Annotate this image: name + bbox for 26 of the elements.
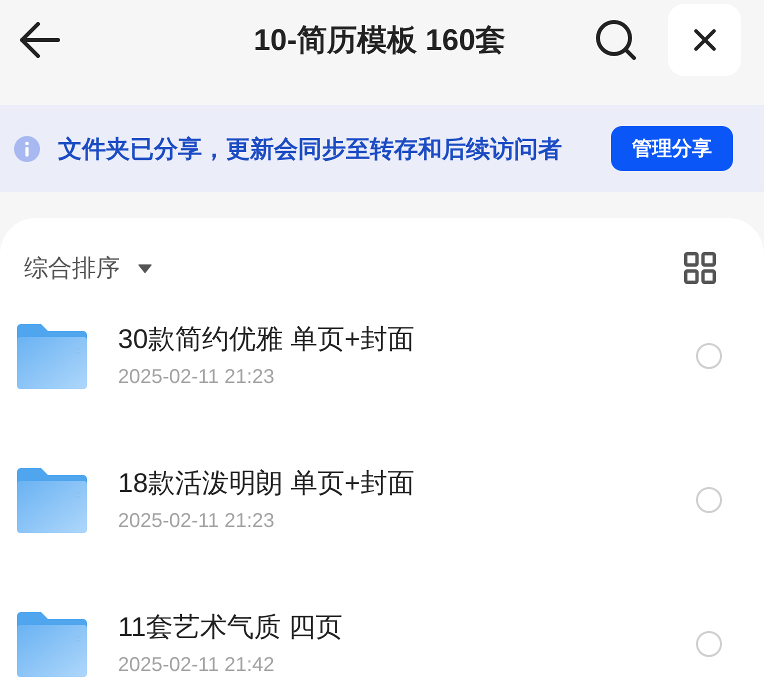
grid-view-icon: [684, 252, 716, 284]
folder-icon: [17, 324, 87, 388]
search-button[interactable]: [595, 19, 637, 61]
folder-icon: [17, 468, 87, 532]
sort-dropdown[interactable]: 综合排序: [24, 252, 152, 284]
folder-date: 2025-02-11 21:23: [118, 508, 274, 534]
caret-icon: [138, 264, 152, 272]
select-radio[interactable]: [696, 343, 722, 369]
info-icon: [14, 136, 40, 162]
back-arrow-icon: [18, 22, 60, 58]
folder-name[interactable]: 11套艺术气质 四页: [118, 608, 343, 644]
folder-name[interactable]: 18款活泼明朗 单页+封面: [118, 464, 414, 500]
select-radio[interactable]: [696, 631, 722, 657]
folder-name[interactable]: 30款简约优雅 单页+封面: [118, 320, 414, 356]
page-title: 10-简历模板 160套: [254, 22, 506, 58]
search-icon: [595, 19, 637, 61]
select-radio[interactable]: [696, 487, 722, 513]
back-button[interactable]: [18, 22, 60, 58]
close-button[interactable]: [668, 4, 741, 76]
share-notice-text: 文件夹已分享，更新会同步至转存和后续访问者: [58, 134, 562, 164]
manage-share-button[interactable]: 管理分享: [611, 126, 733, 171]
grid-view-button[interactable]: [684, 252, 716, 284]
close-icon: [694, 29, 716, 51]
folder-date: 2025-02-11 21:23: [118, 364, 274, 390]
folder-icon: [17, 612, 87, 676]
folder-date: 2025-02-11 21:42: [118, 652, 274, 678]
